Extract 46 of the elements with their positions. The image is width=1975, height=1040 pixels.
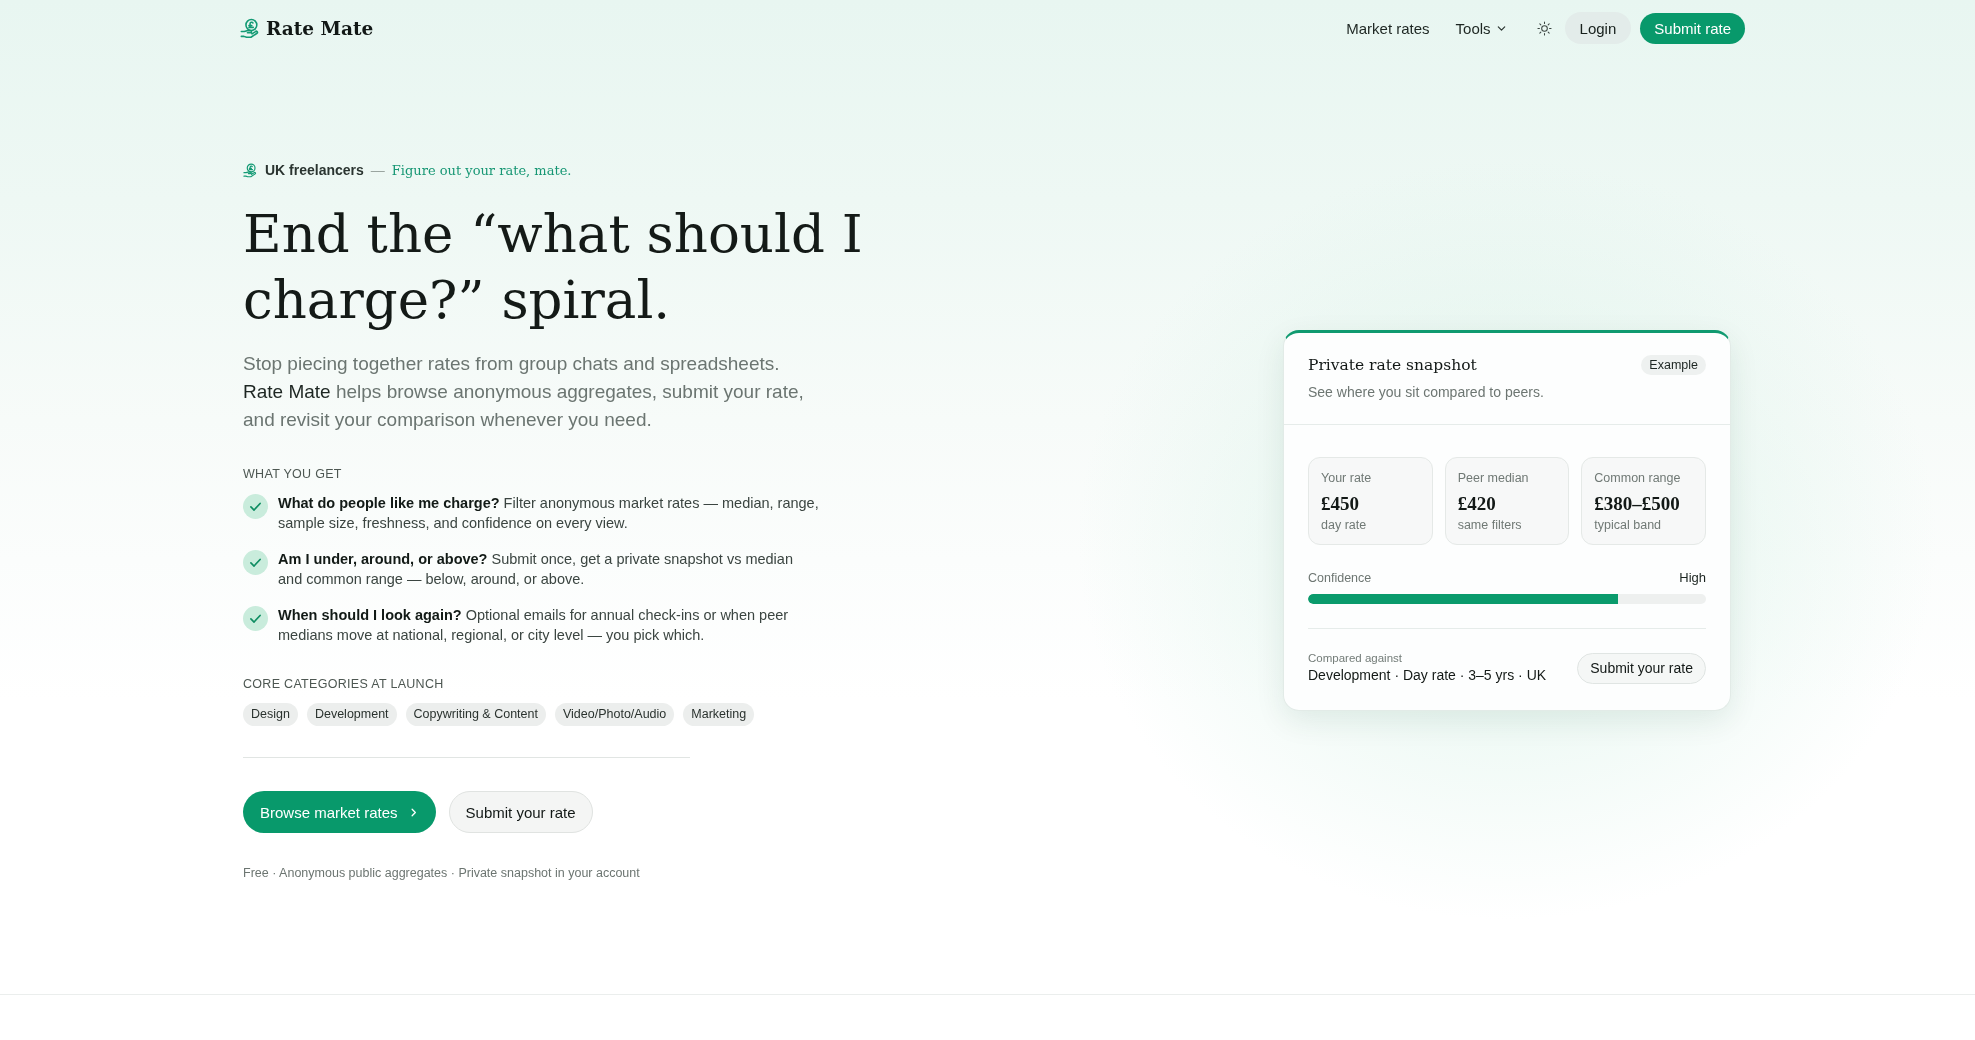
comparison-label: Compared against <box>1308 651 1403 666</box>
submit-rate-button[interactable]: Submit rate <box>1640 12 1745 44</box>
confidence-label: Confidence <box>1308 570 1372 586</box>
check-icon <box>243 550 268 575</box>
category-tag: Copywriting & Content <box>405 703 546 726</box>
card-title: Private rate snapshot <box>1308 356 1477 374</box>
category-tag: Design <box>243 703 298 726</box>
nav-dropdown[interactable]: Tools <box>1455 19 1507 37</box>
category-tag: Marketing <box>683 703 755 726</box>
stat-note: day rate <box>1321 517 1367 533</box>
confidence-reading: High <box>1679 570 1706 586</box>
stat-value: £380–£500 <box>1594 492 1680 516</box>
submit-button[interactable]: Submit your rate <box>448 791 593 833</box>
stat-label: Common range <box>1594 470 1681 486</box>
comparison-value: Development · Day rate · 3–5 yrs · UK <box>1308 666 1547 685</box>
stat-value: £450 <box>1321 492 1359 516</box>
benefit-text: When should I look again? Optional emails for annual check-ins or when peer medians move at national, regional, or city level — you pick which. <box>278 606 790 645</box>
intro-paragraph: Stop piecing together rates from group chats and spreadsheets. Rate Mate helps browse anonymous aggregates, submit your rate, and revisit your comparison whenever you need. <box>243 352 805 432</box>
nav-link[interactable]: Market rates <box>1346 19 1430 37</box>
tagline: Figure out your rate, mate. <box>391 162 572 178</box>
stat-value: £420 <box>1457 492 1496 516</box>
section-heading: WHAT YOU GET <box>243 466 343 483</box>
benefit-text: What do people like me charge? Filter anonymous market rates — median, range, sample size, freshness, and confidence on every view. <box>278 494 820 533</box>
category-tag: Video/Photo/Audio <box>554 703 675 726</box>
category-tag: Development <box>306 703 397 726</box>
stat-label: Peer median <box>1457 470 1529 486</box>
headline: End the “what should I charge?” spiral. <box>243 202 864 332</box>
stat-label: Your rate <box>1321 470 1372 486</box>
browse-button[interactable]: Browse market rates <box>243 791 436 833</box>
stat-note: same filters <box>1457 517 1522 533</box>
example-badge: Example <box>1641 355 1706 375</box>
coin-hand-icon <box>243 162 258 178</box>
stat-note: typical band <box>1594 517 1662 533</box>
dash-separator: — <box>370 162 385 178</box>
check-icon <box>243 606 268 631</box>
sun-icon[interactable] <box>1536 20 1552 36</box>
submit-button[interactable]: Submit your rate <box>1577 652 1706 684</box>
check-icon <box>243 494 268 519</box>
card-subtitle: See where you sit compared to peers. <box>1308 384 1545 400</box>
home-logo-link[interactable]: Rate Mate <box>240 17 374 39</box>
section-heading: CORE CATEGORIES AT LAUNCH <box>243 676 445 693</box>
footnote: Free · Anonymous public aggregates · Private snapshot in your account <box>243 865 641 881</box>
audience-label: UK freelancers <box>265 162 364 178</box>
coin-hand-icon <box>240 17 261 39</box>
login-button[interactable]: Login <box>1564 12 1632 44</box>
benefit-text: Am I under, around, or above? Submit once, get a private snapshot vs median and common range — below, around, or above. <box>278 550 794 589</box>
